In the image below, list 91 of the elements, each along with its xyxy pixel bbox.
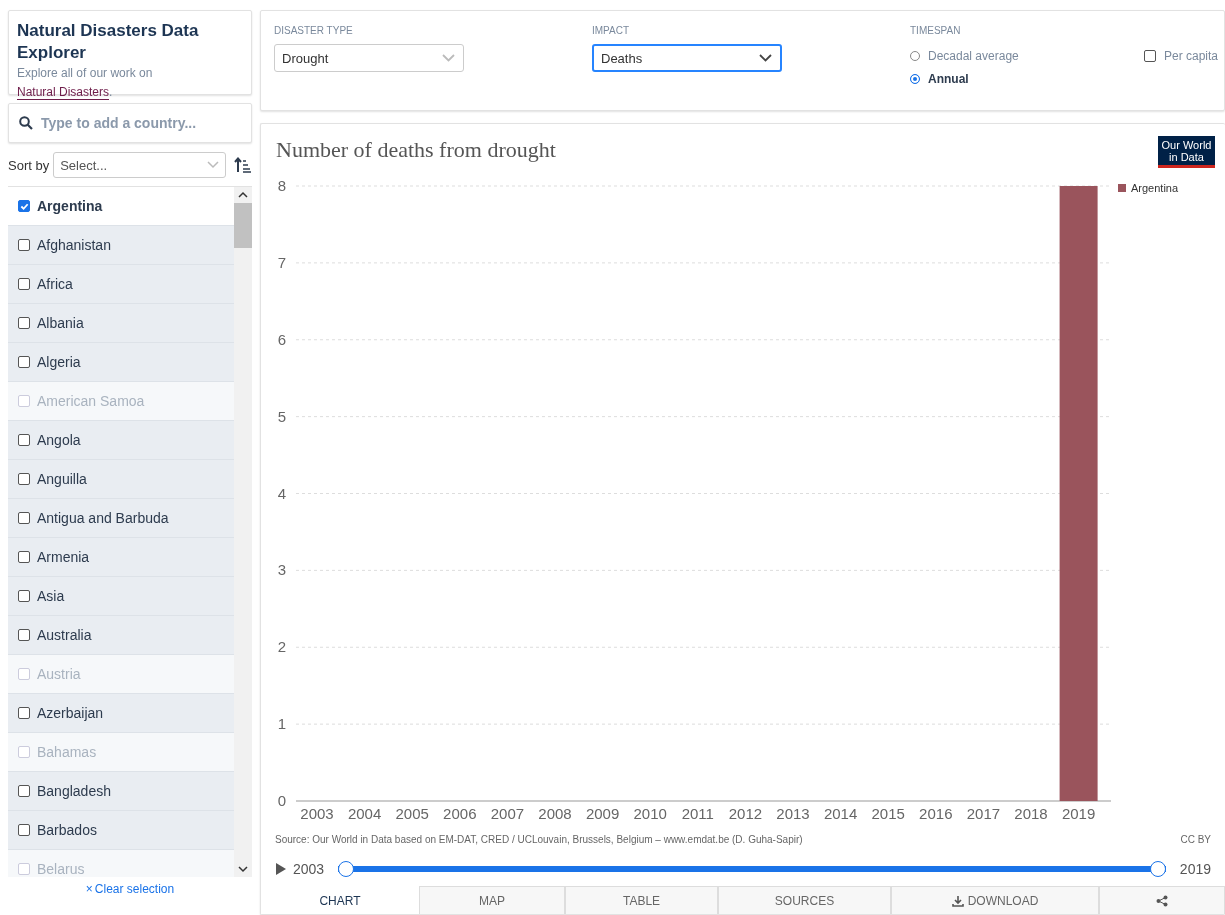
- y-tick-label: 1: [277, 715, 286, 733]
- logo[interactable]: Our World in Data: [1158, 136, 1215, 168]
- country-item[interactable]: Anguilla: [8, 460, 234, 499]
- control-label: DISASTER TYPE: [274, 25, 354, 36]
- y-tick-label: 8: [277, 177, 286, 194]
- country-item[interactable]: Albania: [8, 304, 234, 343]
- checkbox[interactable]: [18, 239, 30, 251]
- license-text[interactable]: CC BY: [1180, 833, 1211, 845]
- x-tick-label: 2006: [443, 805, 477, 822]
- x-tick-label: 2015: [871, 805, 905, 822]
- bar[interactable]: [1059, 186, 1098, 801]
- x-tick-label: 2009: [585, 805, 620, 822]
- y-tick-label: 5: [277, 407, 286, 425]
- checkbox[interactable]: [18, 824, 30, 836]
- scroll-up-icon[interactable]: [238, 191, 248, 199]
- dropdown[interactable]: Drought: [274, 44, 464, 72]
- legend-label: Argentina: [1131, 182, 1179, 194]
- x-tick-label: 2018: [1014, 805, 1048, 822]
- country-item[interactable]: Asia: [8, 577, 234, 616]
- y-tick-label: 2: [277, 638, 286, 656]
- country-item[interactable]: Angola: [8, 421, 234, 460]
- country-item[interactable]: Australia: [8, 616, 234, 655]
- y-tick-label: 4: [277, 484, 286, 502]
- x-tick-label: 2016: [919, 805, 953, 822]
- checkbox[interactable]: [18, 278, 30, 290]
- scrollbar[interactable]: [234, 187, 252, 877]
- country-item[interactable]: Afghanistan: [8, 226, 234, 265]
- sort-label: Sort by: [8, 157, 50, 173]
- x-tick-label: 2017: [966, 805, 1001, 822]
- checkbox[interactable]: [18, 317, 30, 329]
- start-year: 2003: [293, 861, 325, 877]
- country-item[interactable]: Armenia: [8, 538, 234, 577]
- y-tick-label: 3: [277, 561, 286, 579]
- per-capita-checkbox[interactable]: Per capita: [1144, 25, 1219, 67]
- source-text: Source: Our World in Data based on EM-DAT, CRED / UCLouvain, Brussels, Belgium – www.emdat.be (D. Guha-Sapir): [275, 833, 803, 845]
- x-tick-label: 2010: [633, 805, 667, 822]
- tab[interactable]: MAP: [419, 886, 565, 914]
- country-item[interactable]: Antigua and Barbuda: [8, 499, 234, 538]
- checkbox[interactable]: [18, 473, 30, 485]
- country-item[interactable]: Algeria: [8, 343, 234, 382]
- y-tick-label: 7: [277, 253, 286, 271]
- search-field[interactable]: Type to add a country...: [8, 103, 252, 143]
- checkbox[interactable]: [18, 707, 30, 719]
- country-item[interactable]: Barbados: [8, 811, 234, 850]
- share-icon: [1156, 894, 1168, 907]
- country-item[interactable]: Azerbaijan: [8, 694, 234, 733]
- x-tick-label: 2004: [347, 805, 382, 822]
- x-tick-label: 2012: [728, 805, 763, 822]
- dropdown[interactable]: Deaths: [592, 44, 782, 72]
- play-icon[interactable]: [275, 862, 287, 876]
- scrollbar-thumb[interactable]: [234, 203, 252, 248]
- download-icon: [951, 894, 964, 907]
- checkbox[interactable]: [18, 785, 30, 797]
- checkbox[interactable]: [18, 512, 30, 524]
- sort-select[interactable]: Select...: [53, 152, 226, 178]
- control-label: IMPACT: [592, 25, 631, 36]
- x-tick-label: 2003: [300, 805, 334, 822]
- tab[interactable]: CHART: [261, 886, 419, 914]
- tab[interactable]: SOURCES: [718, 886, 891, 914]
- chevron-down-icon: [759, 54, 772, 62]
- checkbox[interactable]: [18, 629, 30, 641]
- x-tick-label: 2019: [1061, 805, 1096, 822]
- chevron-down-icon: [207, 161, 219, 169]
- scroll-down-icon[interactable]: [238, 865, 248, 873]
- checkbox[interactable]: [18, 434, 30, 446]
- x-tick-label: 2007: [490, 805, 525, 822]
- chevron-down-icon: [442, 54, 455, 62]
- search-icon: [19, 116, 33, 130]
- checkbox[interactable]: [18, 356, 30, 368]
- radio-option[interactable]: Decadal average: [910, 44, 1144, 67]
- chart-title: Number of deaths from drought: [276, 137, 556, 163]
- checkbox[interactable]: [18, 551, 30, 563]
- control-label: TIMESPAN: [910, 25, 962, 36]
- app-title: Natural Disasters Data Explorer: [17, 20, 200, 64]
- tab[interactable]: DOWNLOAD: [891, 886, 1099, 914]
- country-item[interactable]: Bangladesh: [8, 772, 234, 811]
- y-tick-label: 6: [277, 330, 286, 348]
- x-tick-label: 2011: [681, 805, 714, 822]
- radio-option[interactable]: Annual: [910, 67, 1144, 90]
- x-tick-label: 2013: [776, 805, 810, 822]
- end-year: 2019: [1179, 861, 1211, 877]
- x-tick-label: 2008: [538, 805, 572, 822]
- checkbox[interactable]: [18, 590, 30, 602]
- subtitle-text: Explore all of our work on Natural Disasters.: [17, 65, 154, 102]
- checkbox[interactable]: [18, 200, 30, 212]
- x-tick-label: 2014: [823, 805, 858, 822]
- sort-ascending-icon[interactable]: [234, 157, 252, 173]
- tab[interactable]: TABLE: [565, 886, 718, 914]
- country-item[interactable]: Africa: [8, 265, 234, 304]
- x-tick-label: 2005: [395, 805, 429, 822]
- y-tick-label: 0: [277, 792, 286, 809]
